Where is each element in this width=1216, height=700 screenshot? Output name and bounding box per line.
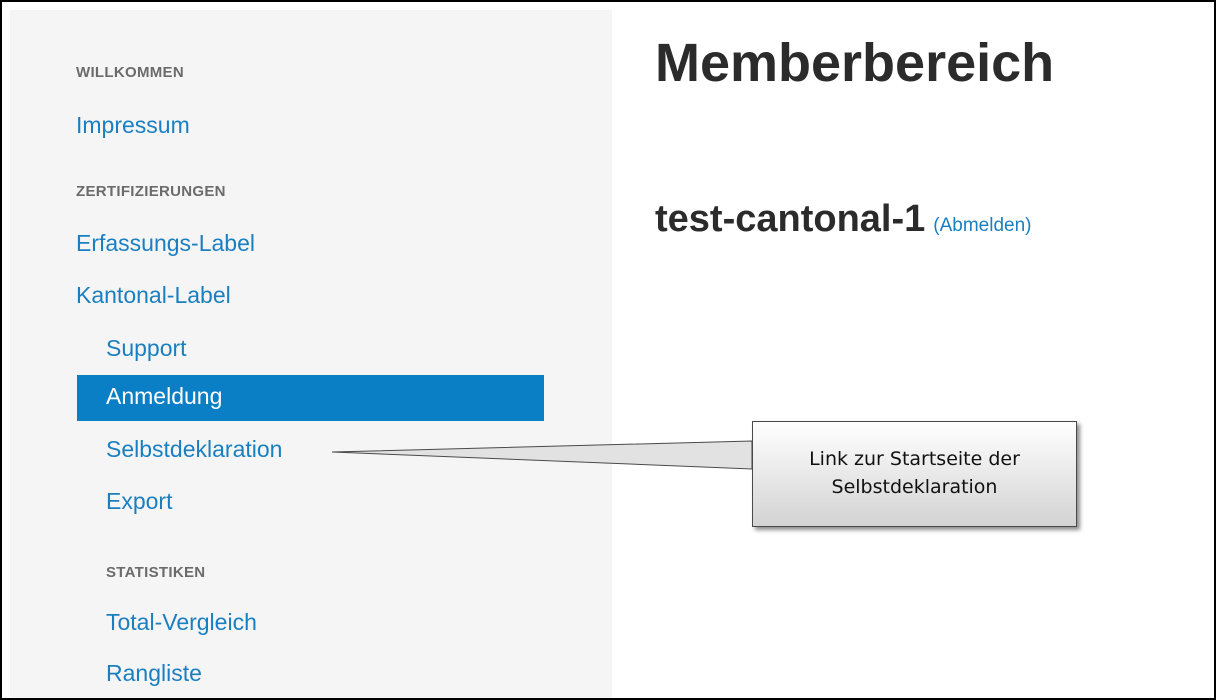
callout-text: Link zur Startseite der Selbstdeklaratio… [809,448,1020,498]
callout-pointer [331,440,753,470]
callout-box: Link zur Startseite der Selbstdeklaratio… [752,421,1077,527]
screenshot-frame: WILLKOMMEN Impressum ZERTIFIZIERUNGEN Er… [0,0,1216,700]
